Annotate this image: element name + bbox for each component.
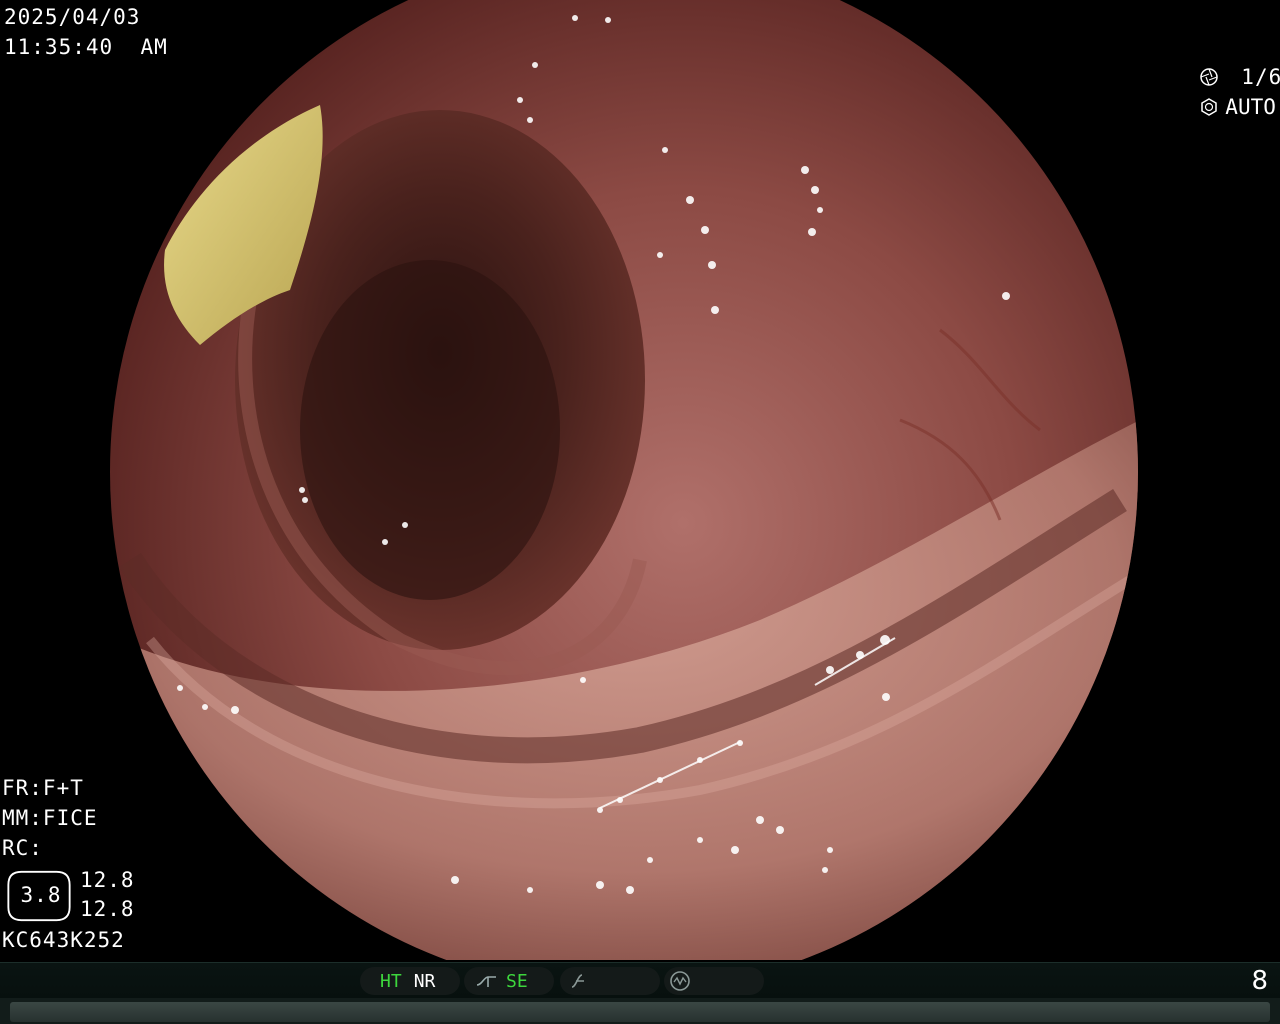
status-bar: HT NR SE: [0, 962, 1280, 999]
bottom-strip-bar: [10, 1002, 1270, 1022]
se-group[interactable]: SE: [464, 967, 554, 995]
ht-nr-group[interactable]: HT NR: [360, 967, 460, 995]
fr-label: FR:F+T: [2, 776, 84, 800]
date-label: 2025/04/03: [4, 5, 141, 29]
time-value: 11:35:40: [4, 35, 114, 59]
se-indicator[interactable]: SE: [506, 971, 528, 992]
waveform-group[interactable]: [664, 967, 764, 995]
bottom-strip: [0, 998, 1280, 1024]
iris-icon: [1201, 98, 1218, 116]
page-number: 8: [1251, 966, 1268, 996]
iris-value: AUTO +5: [1225, 95, 1276, 119]
scope-id: KC643K252: [2, 928, 125, 952]
time-label: 11:35:40 AM: [4, 32, 168, 62]
filter-group[interactable]: [560, 967, 660, 995]
iris-row: AUTO +5: [1172, 62, 1280, 122]
nr-indicator[interactable]: NR: [414, 971, 436, 992]
filter-icon: [571, 974, 584, 988]
gauge-right-top: 12.8: [80, 868, 135, 892]
gauge-value: 3.8: [20, 883, 62, 907]
endoscope-view: [110, 0, 1138, 960]
mm-label: MM:FICE: [2, 806, 98, 830]
waveform-icon: [670, 971, 690, 991]
gauge-right-bottom: 12.8: [80, 897, 135, 921]
ht-indicator[interactable]: HT: [380, 971, 402, 992]
ampm-value: AM: [140, 35, 168, 59]
rc-label: RC:: [2, 836, 43, 860]
tone-curve-icon: [476, 976, 496, 987]
